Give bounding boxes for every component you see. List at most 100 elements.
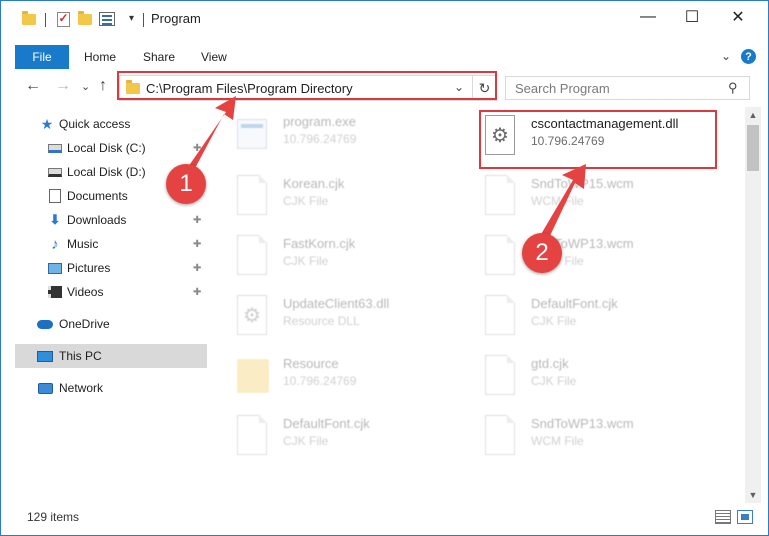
maximize-button[interactable]: ☐ [669, 1, 715, 33]
pictures-icon [47, 260, 63, 276]
sidebar-item-local-disk-c[interactable]: Local Disk (C:) ✚ [15, 136, 207, 160]
file-icon [485, 235, 517, 275]
item-count: 129 items [27, 510, 80, 524]
pin-icon[interactable]: ✚ [193, 263, 201, 274]
file-name: FastKorn.cjk [283, 236, 356, 251]
recent-locations-button[interactable]: ⌄ [81, 80, 90, 93]
new-folder-icon[interactable] [77, 10, 93, 27]
file-icon [237, 235, 269, 275]
sidebar-item-label: This PC [59, 349, 102, 363]
network-icon [37, 380, 53, 396]
sidebar-item-label: Music [67, 237, 99, 251]
sidebar-item-label: OneDrive [59, 317, 110, 331]
file-icon [485, 295, 517, 335]
vertical-scrollbar[interactable]: ▲ ▼ [745, 107, 761, 503]
dll-gear-icon: ⚙ [485, 115, 517, 155]
file-item[interactable]: DefaultFont.cjk CJK File [485, 293, 715, 345]
star-icon: ★ [40, 115, 54, 132]
callout-badge-1: 1 [166, 164, 206, 204]
details-view-icon[interactable] [715, 510, 731, 524]
drive-d-icon [47, 164, 63, 180]
search-icon[interactable]: ⚲ [728, 80, 738, 96]
address-dropdown-icon[interactable]: ⌄ [454, 80, 464, 94]
file-item[interactable]: Korean.cjk CJK File [237, 173, 467, 225]
sidebar-item-label: Documents [67, 189, 128, 203]
scroll-thumb[interactable] [747, 125, 759, 171]
file-type: CJK File [531, 374, 577, 388]
file-name: DefaultFont.cjk [531, 296, 618, 311]
navigation-bar: ← → ⌄ ↑ C:\Program Files\Program Directo… [1, 73, 768, 103]
tab-share[interactable]: Share [143, 50, 175, 64]
folder-icon [237, 355, 269, 395]
file-item[interactable]: SndToWP13.wcm WCM File [485, 413, 715, 465]
address-path[interactable]: C:\Program Files\Program Directory [146, 81, 353, 96]
sidebar-item-videos[interactable]: Videos ✚ [15, 280, 207, 304]
tab-file[interactable]: File [15, 45, 69, 69]
sidebar-item-label: Local Disk (C:) [67, 141, 146, 155]
file-name: Korean.cjk [283, 176, 345, 191]
file-item[interactable]: gtd.cjk CJK File [485, 353, 715, 405]
properties-check-icon[interactable] [55, 11, 71, 27]
sidebar-item-downloads[interactable]: ⬇ Downloads ✚ [15, 208, 207, 232]
file-type: CJK File [283, 254, 329, 268]
pin-icon[interactable]: ✚ [193, 215, 201, 226]
sidebar-item-this-pc[interactable]: This PC [15, 344, 207, 368]
file-version: 10.796.24769 [283, 374, 357, 388]
file-icon [237, 175, 269, 215]
close-button[interactable]: ✕ [715, 1, 761, 33]
sidebar-item-music[interactable]: ♪ Music ✚ [15, 232, 207, 256]
back-button[interactable]: ← [25, 77, 41, 95]
address-bar[interactable]: C:\Program Files\Program Directory ⌄ ↻ [119, 75, 497, 101]
minimize-button[interactable]: — [625, 1, 671, 33]
expand-ribbon-icon[interactable]: ⌄ [721, 49, 731, 63]
up-button[interactable]: ↑ [99, 77, 107, 95]
pin-icon[interactable]: ✚ [193, 287, 201, 298]
quick-access-toolbar-dropdown[interactable]: ▾ [129, 13, 134, 24]
file-type: CJK File [531, 314, 577, 328]
help-icon[interactable]: ? [741, 49, 756, 64]
sidebar-item-label: Network [59, 381, 104, 395]
large-icons-view-icon[interactable] [737, 510, 753, 524]
file-name: SndToWP13.wcm [531, 416, 634, 431]
scroll-up-icon[interactable]: ▲ [745, 107, 761, 123]
pin-icon[interactable]: ✚ [193, 239, 201, 250]
videos-icon [47, 284, 63, 300]
scroll-down-icon[interactable]: ▼ [745, 487, 761, 503]
divider [45, 13, 46, 27]
file-name: cscontactmanagement.dll [531, 116, 679, 131]
file-item[interactable]: SndToWP13.wcm WCM File [485, 233, 715, 285]
folder-item[interactable]: Resource 10.796.24769 [237, 353, 467, 405]
downloads-icon: ⬇ [49, 212, 61, 227]
file-name: Resource [283, 356, 339, 371]
title-bar: ▾ Program — ☐ ✕ [1, 1, 768, 37]
properties-icon[interactable] [99, 11, 115, 27]
sidebar-item-label: Pictures [67, 261, 111, 275]
documents-icon [47, 188, 63, 204]
file-icon [237, 415, 269, 455]
sidebar-item-quick-access[interactable]: ★ Quick access [15, 112, 207, 136]
file-name: gtd.cjk [531, 356, 569, 371]
file-name: program.exe [283, 114, 356, 129]
sidebar-item-network[interactable]: Network [15, 376, 207, 400]
folder-icon [21, 10, 37, 27]
file-version: 10.796.24769 [531, 134, 605, 148]
tab-home[interactable]: Home [84, 50, 116, 64]
folder-icon [126, 80, 140, 94]
pin-icon[interactable]: ✚ [193, 143, 201, 154]
music-icon: ♪ [51, 235, 59, 253]
file-item[interactable]: DefaultFont.cjk CJK File [237, 413, 467, 465]
file-item[interactable]: FastKorn.cjk CJK File [237, 233, 467, 285]
sidebar-item-pictures[interactable]: Pictures ✚ [15, 256, 207, 280]
ribbon-tabs: File Home Share View ⌄ ? [1, 44, 768, 71]
refresh-button[interactable]: ↻ [472, 76, 496, 100]
file-item-cscontactmanagement-dll[interactable]: ⚙ cscontactmanagement.dll 10.796.24769 [485, 113, 715, 165]
dll-gear-icon: ⚙ [237, 295, 269, 335]
search-input[interactable] [505, 76, 750, 100]
sidebar-item-onedrive[interactable]: OneDrive [15, 312, 207, 336]
file-item[interactable]: ⚙ UpdateClient63.dll Resource DLL [237, 293, 467, 345]
forward-button[interactable]: → [55, 77, 71, 95]
window-title: Program [151, 11, 201, 26]
file-item-program-exe[interactable]: program.exe 10.796.24769 [237, 111, 467, 163]
file-item[interactable]: SndToWP15.wcm WCM File [485, 173, 715, 225]
tab-view[interactable]: View [201, 50, 227, 64]
